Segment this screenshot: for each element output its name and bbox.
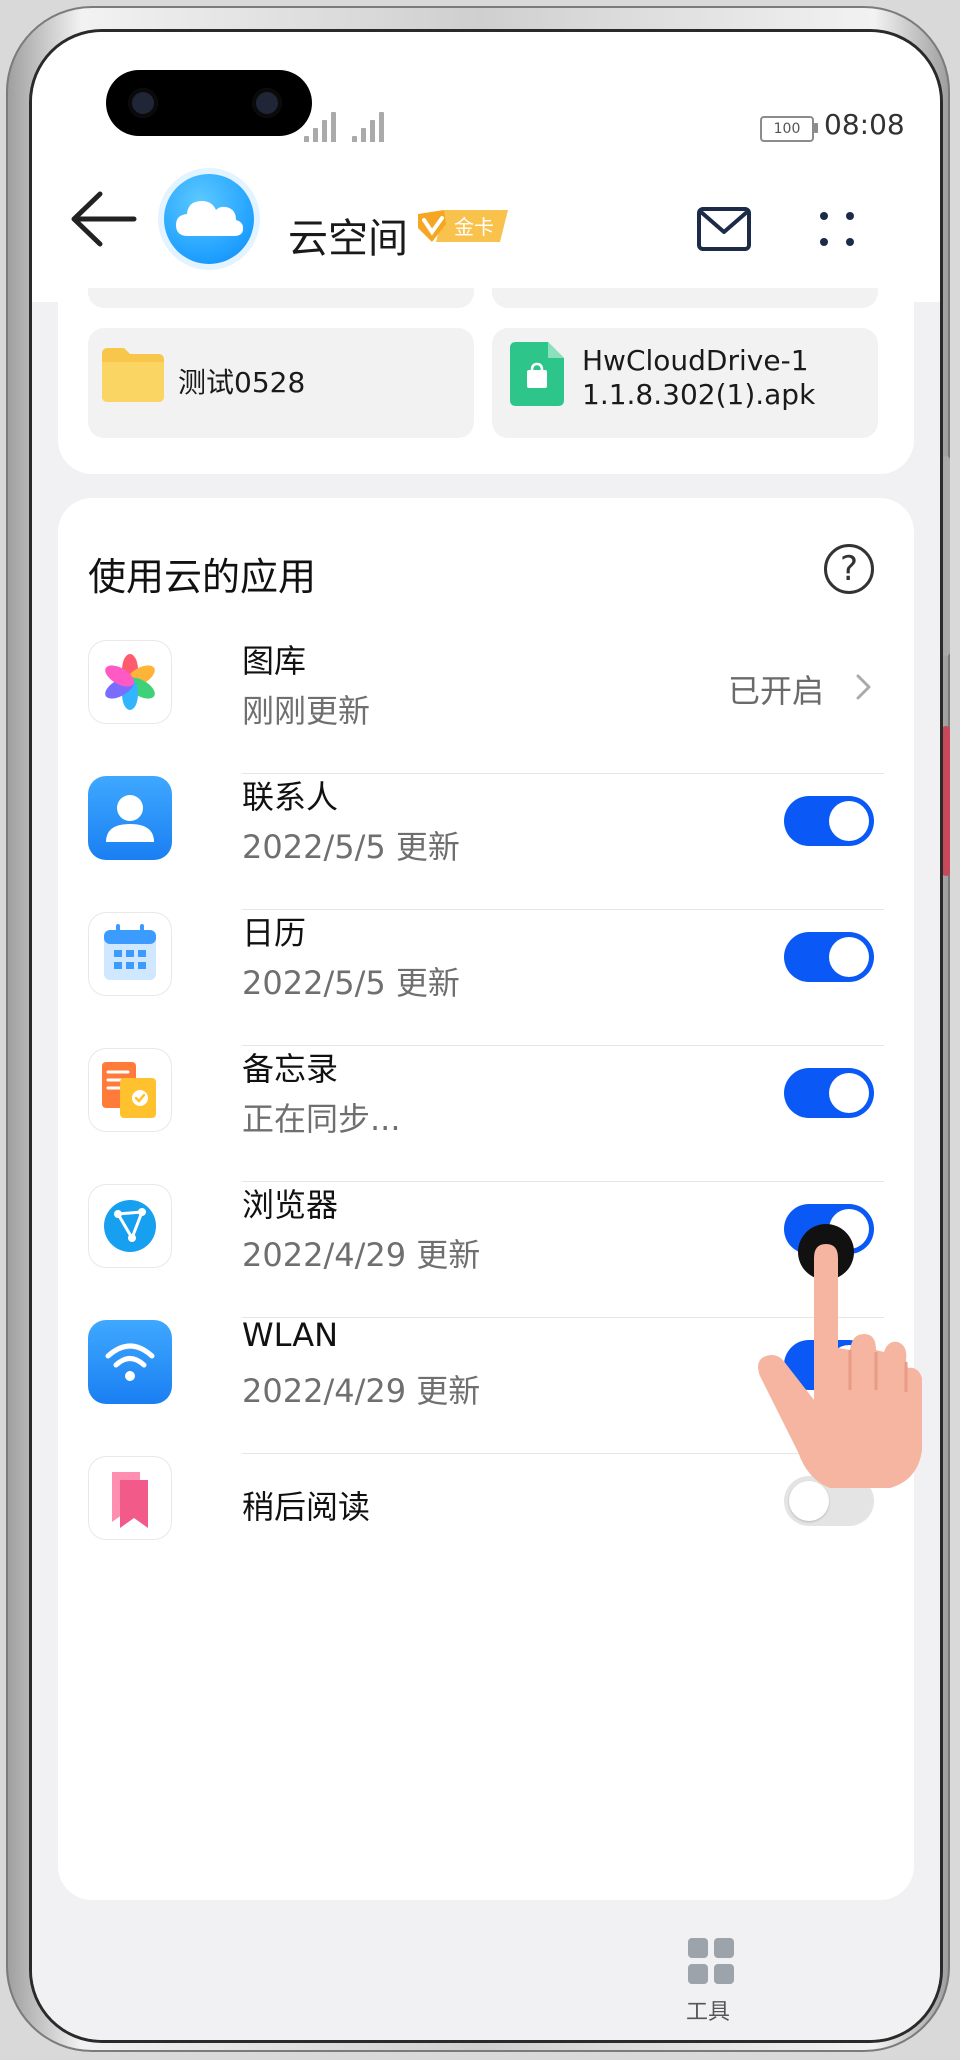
app-name: WLAN — [242, 1316, 339, 1354]
app-name: 稍后阅读 — [242, 1488, 371, 1526]
status-bar: 100 08:08 — [32, 32, 940, 146]
wlan-icon — [88, 1320, 172, 1404]
notes-sync-toggle[interactable] — [784, 1068, 874, 1118]
app-subtitle: 正在同步... — [242, 1100, 401, 1138]
more-menu-icon[interactable] — [812, 204, 862, 254]
contacts-sync-toggle[interactable] — [784, 796, 874, 846]
gold-card-badge: 金卡 — [418, 210, 508, 242]
file-name: 测试0528 — [178, 366, 306, 399]
power-button — [942, 726, 950, 876]
app-name: 图库 — [242, 642, 307, 680]
apk-file-icon — [510, 342, 564, 406]
app-name: 浏览器 — [242, 1186, 339, 1224]
clock: 08:08 — [824, 108, 905, 141]
file-name-line1: HwCloudDrive-1 — [582, 344, 809, 377]
read-later-sync-toggle[interactable] — [784, 1476, 874, 1526]
signal-icon-2 — [352, 110, 394, 146]
bottom-nav: 工具 — [32, 1900, 940, 2040]
browser-sync-toggle[interactable] — [784, 1204, 874, 1254]
toggle-knob — [829, 1073, 869, 1113]
app-name: 备忘录 — [242, 1050, 339, 1088]
app-name: 联系人 — [242, 778, 339, 816]
toggle-knob — [829, 1209, 869, 1249]
contacts-icon — [88, 776, 172, 860]
app-subtitle: 2022/5/5 更新 — [242, 828, 460, 866]
browser-icon — [88, 1184, 172, 1268]
file-item-apk[interactable]: HwCloudDrive-1 1.1.8.302(1).apk — [492, 328, 878, 438]
page-title: 云空间 — [288, 216, 408, 262]
gold-badge-label: 金卡 — [454, 215, 494, 239]
front-sensor-icon — [252, 88, 282, 118]
toggle-knob — [829, 937, 869, 977]
cloud-logo-icon — [164, 174, 254, 264]
back-arrow-icon[interactable] — [68, 188, 138, 250]
wlan-sync-toggle[interactable] — [784, 1340, 874, 1390]
phone-frame: 100 08:08 云空间 金卡 测试0528 HwCloudDrive-1 1… — [6, 6, 950, 2052]
previous-file-tile[interactable] — [88, 288, 474, 308]
tools-grid-icon[interactable] — [688, 1938, 736, 1986]
battery-icon: 100 — [760, 116, 814, 142]
toggle-knob — [789, 1481, 829, 1521]
help-icon[interactable]: ? — [824, 544, 874, 594]
calendar-icon — [88, 912, 172, 996]
app-subtitle: 2022/5/5 更新 — [242, 964, 460, 1002]
front-camera-icon — [128, 88, 158, 118]
section-title: 使用云的应用 — [88, 555, 317, 599]
sync-status: 已开启 — [727, 672, 824, 710]
app-row-read-later: 稍后阅读 — [58, 1410, 914, 1590]
tools-tab-label[interactable]: 工具 — [686, 1994, 730, 2026]
screen: 100 08:08 云空间 金卡 测试0528 HwCloudDrive-1 1… — [32, 32, 940, 2040]
battery-tip — [814, 123, 818, 133]
app-subtitle: 刚刚更新 — [242, 692, 371, 730]
app-name: 日历 — [242, 914, 307, 952]
camera-cutout — [106, 70, 312, 136]
app-header: 云空间 金卡 — [32, 142, 940, 302]
folder-icon — [102, 348, 164, 402]
mail-icon[interactable] — [696, 204, 752, 254]
notes-icon — [88, 1048, 172, 1132]
recent-files-card: 测试0528 HwCloudDrive-1 1.1.8.302(1).apk — [58, 288, 914, 474]
gallery-icon — [88, 640, 172, 724]
previous-file-tile-2[interactable] — [492, 288, 878, 308]
toggle-knob — [829, 1345, 869, 1385]
file-name-line2: 1.1.8.302(1).apk — [582, 378, 816, 411]
chevron-right-icon — [856, 674, 871, 700]
read-later-icon — [88, 1456, 172, 1540]
calendar-sync-toggle[interactable] — [784, 932, 874, 982]
app-subtitle: 2022/4/29 更新 — [242, 1236, 481, 1274]
cloud-apps-card: 使用云的应用 ? 图库 刚刚更新 已开启 联系人 2022/5/5 更新 日历 … — [58, 498, 914, 1900]
app-subtitle: 2022/4/29 更新 — [242, 1372, 481, 1410]
signal-icon — [304, 110, 346, 146]
toggle-knob — [829, 801, 869, 841]
volume-button — [942, 456, 950, 656]
file-item-folder[interactable]: 测试0528 — [88, 328, 474, 438]
